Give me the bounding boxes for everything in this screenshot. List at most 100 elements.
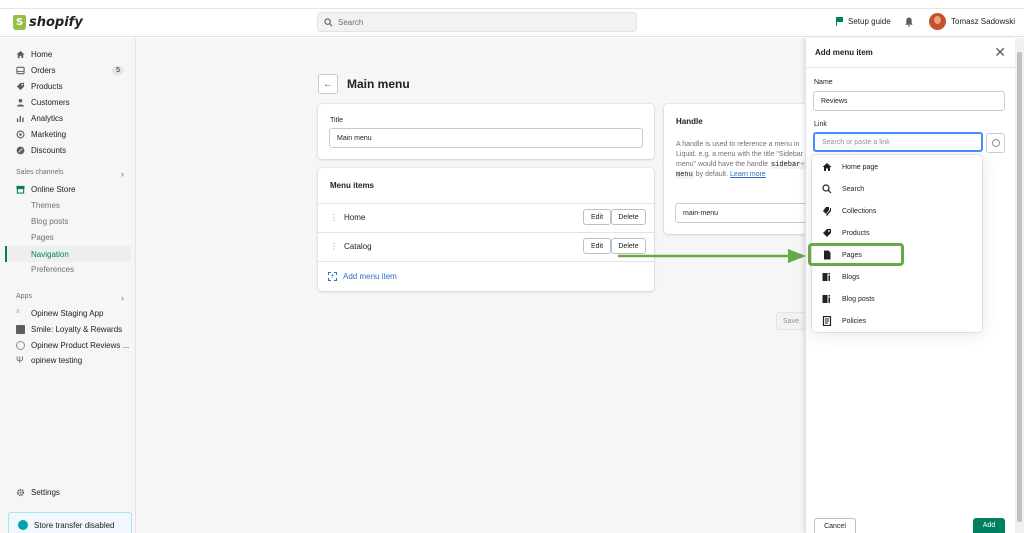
link-option-search[interactable]: Search (812, 178, 982, 200)
link-option-collections[interactable]: Collections (812, 200, 982, 222)
orders-badge: 5 (112, 65, 124, 75)
option-label: Policies (842, 317, 867, 325)
sidebar-item-orders[interactable]: Orders 5 (16, 63, 130, 77)
add-button[interactable]: Add (973, 518, 1005, 533)
sidebar-item-label: Settings (31, 487, 60, 497)
option-label: Blogs (842, 273, 860, 281)
shopify-logo[interactable]: shopify (13, 15, 83, 30)
option-label: Collections (842, 207, 877, 215)
sidebar-item-label: Customers (31, 97, 70, 107)
save-button[interactable]: Save (776, 312, 806, 330)
edit-button[interactable]: Edit (583, 209, 611, 225)
blog-icon (822, 273, 830, 281)
smile-app-icon (16, 324, 25, 334)
sidebar-item-discounts[interactable]: Discounts (16, 143, 130, 157)
sidebar-sub-blog-posts[interactable]: Blog posts (31, 214, 68, 228)
page-title: Main menu (347, 77, 410, 91)
divider (318, 261, 654, 262)
sidebar-item-label: Marketing (31, 129, 67, 139)
apps-label: Apps (16, 293, 32, 300)
sidebar-sub-navigation[interactable]: Navigation (31, 247, 69, 261)
sidebar-app-opinew-staging[interactable]: ≡ Opinew Staging App (16, 306, 130, 320)
name-input[interactable]: Reviews (813, 91, 1005, 111)
learn-more-link[interactable]: Learn more (730, 171, 766, 178)
link-option-products[interactable]: Products (812, 222, 982, 244)
sidebar-item-marketing[interactable]: Marketing (16, 127, 130, 141)
edit-button[interactable]: Edit (583, 238, 611, 254)
collections-icon (823, 207, 831, 216)
delete-button[interactable]: Delete (611, 209, 646, 225)
search-icon (324, 17, 333, 26)
opinew-app-icon (16, 340, 25, 350)
sidebar-item-products[interactable]: Products (16, 79, 130, 93)
option-label: Products (842, 229, 870, 237)
search-icon (822, 184, 832, 194)
drag-handle-icon[interactable]: ⋮ (330, 213, 338, 222)
menu-item-row[interactable]: ⋮ Catalog (330, 239, 530, 253)
scrollbar[interactable] (1015, 38, 1024, 533)
back-button[interactable]: ← (318, 74, 338, 94)
menu-item-row[interactable]: ⋮ Home (330, 210, 530, 224)
option-label: Blog posts (842, 295, 875, 303)
link-label: Link (814, 121, 827, 128)
sidebar-app-smile[interactable]: Smile: Loyalty & Rewards (16, 322, 130, 336)
link-option-blog-posts[interactable]: Blog posts (812, 288, 982, 310)
clear-link-button[interactable] (986, 133, 1005, 153)
handle-desc-2: by default. (695, 171, 729, 178)
bar-chart-icon (16, 115, 24, 122)
orders-icon (16, 66, 25, 74)
arrow-left-icon: ← (323, 78, 333, 90)
sidebar-app-opinew-reviews[interactable]: Opinew Product Reviews ... (16, 338, 130, 352)
setup-guide-button[interactable]: Setup guide (836, 17, 891, 26)
sales-channels-label: Sales channels (16, 169, 64, 176)
sidebar-item-label: Orders (31, 65, 56, 75)
chevron-right-icon: › (121, 169, 124, 179)
sidebar-sub-themes[interactable]: Themes (31, 198, 60, 212)
sidebar-item-analytics[interactable]: Analytics (16, 111, 130, 125)
menu-items-title: Menu items (330, 181, 375, 190)
title-input[interactable]: Main menu (329, 128, 643, 148)
sidebar-item-label: opinew testing (31, 355, 83, 365)
add-menu-item-label: Add menu item (343, 271, 397, 281)
sidebar-sub-pages[interactable]: Pages (31, 230, 54, 244)
apps-header[interactable]: Apps › (16, 293, 124, 303)
sidebar-item-label: Online Store (31, 184, 76, 194)
sidebar-item-label: Home (31, 49, 53, 59)
link-search-input[interactable]: Search or paste a link (813, 132, 983, 152)
sidebar-app-opinew-testing[interactable]: Ψ opinew testing (16, 353, 130, 367)
blog-icon (822, 295, 830, 303)
sidebar-item-home[interactable]: Home (16, 47, 130, 61)
pages-highlight-box (808, 243, 904, 266)
sidebar-item-customers[interactable]: Customers (16, 95, 130, 109)
add-menu-item-link[interactable]: + Add menu item (328, 269, 528, 283)
shopify-bag-icon (13, 15, 26, 30)
menu-item-label: Home (344, 212, 366, 222)
chevron-right-icon: › (121, 293, 124, 303)
info-icon (18, 520, 28, 530)
drag-handle-icon[interactable]: ⋮ (330, 242, 338, 251)
app-dots-icon: ≡ (16, 308, 20, 315)
search-input[interactable]: Search (317, 12, 637, 32)
bell-icon[interactable] (905, 17, 913, 27)
close-icon[interactable]: ✕ (994, 45, 1006, 59)
cancel-button[interactable]: Cancel (814, 518, 856, 533)
sidebar-sub-preferences[interactable]: Preferences (31, 262, 74, 276)
link-option-policies[interactable]: Policies (812, 310, 982, 332)
transfer-text: Store transfer disabled (34, 520, 115, 530)
sidebar-item-label: Opinew Staging App (31, 308, 104, 318)
link-option-home-page[interactable]: Home page (812, 156, 982, 178)
panel-title: Add menu item (815, 48, 873, 57)
link-option-blogs[interactable]: Blogs (812, 266, 982, 288)
sidebar-item-online-store[interactable]: Online Store (16, 182, 130, 196)
store-icon (16, 185, 25, 194)
title-label: Title (330, 117, 343, 124)
sales-channels-header[interactable]: Sales channels › (16, 169, 124, 179)
tag-icon (16, 82, 25, 90)
user-name: Tomasz Sadowski (951, 17, 1016, 26)
handle-input[interactable]: main-menu (675, 203, 810, 223)
user-menu[interactable]: Tomasz Sadowski (929, 13, 1015, 30)
annotation-arrow (618, 249, 806, 263)
sidebar-item-settings[interactable]: Settings (16, 485, 130, 499)
search-placeholder: Search (338, 17, 364, 27)
add-icon: + (328, 271, 337, 281)
